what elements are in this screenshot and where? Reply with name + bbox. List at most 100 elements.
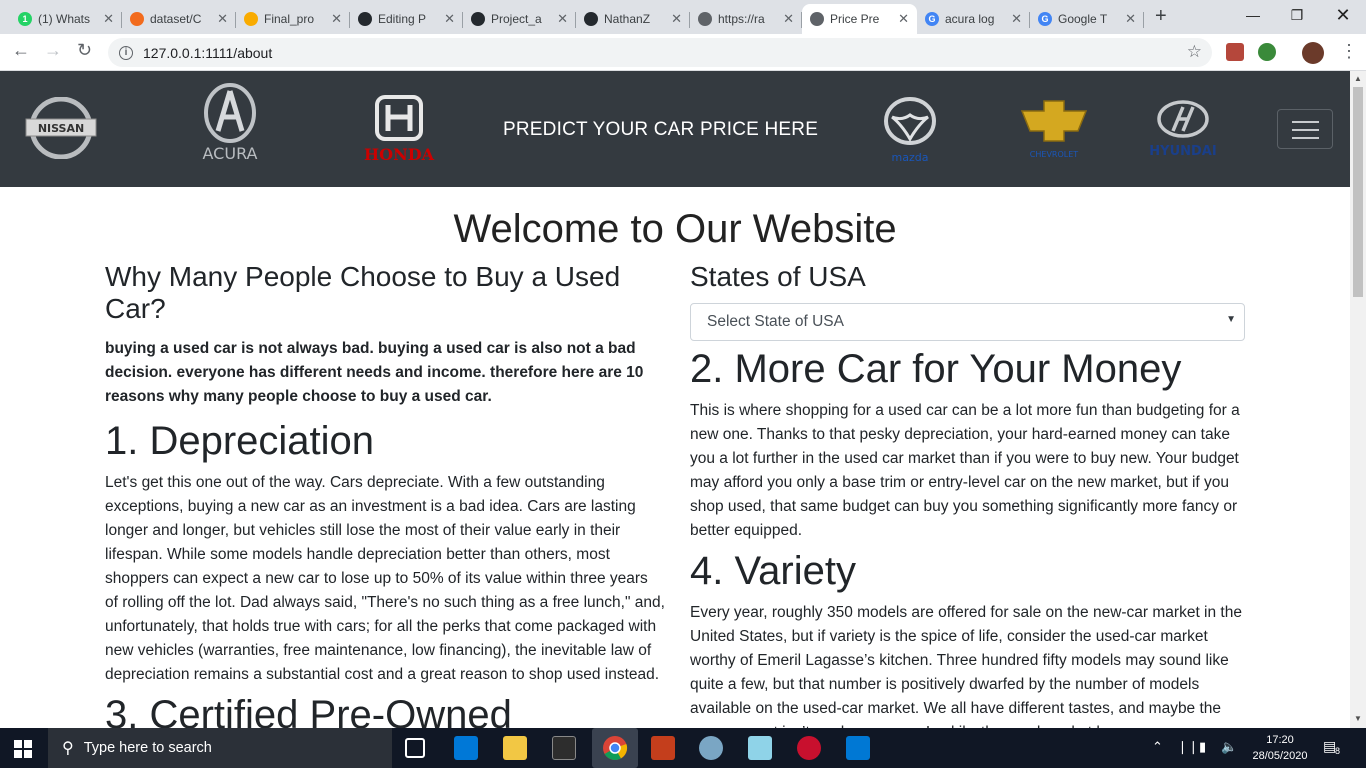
tab-close-icon[interactable]: ✕ <box>331 11 342 27</box>
tab-close-icon[interactable]: ✕ <box>898 11 909 27</box>
system-clock[interactable]: 17:20 28/05/2020 <box>1247 732 1313 764</box>
section-2-title: 2. More Car for Your Money <box>690 347 1182 391</box>
profile-avatar[interactable] <box>1302 42 1324 64</box>
site-navbar: NISSAN ACURA HONDA PREDICT YOUR CAR PRIC… <box>0 71 1350 187</box>
volume-icon[interactable]: 🔈 <box>1221 739 1237 755</box>
task-view-icon[interactable] <box>405 738 425 758</box>
powerpoint-icon[interactable] <box>651 736 675 760</box>
tab-close-icon[interactable]: ✕ <box>783 11 794 27</box>
battery-icon[interactable]: ▮ <box>1199 739 1206 755</box>
notification-center-icon[interactable]: ▤ 8 <box>1323 738 1343 758</box>
nissan-logo-text: NISSAN <box>38 122 84 135</box>
tab-4[interactable]: Editing P ✕ <box>350 4 463 34</box>
terminal-icon[interactable] <box>552 736 576 760</box>
tab-favicon-icon <box>130 12 144 26</box>
windows-start-icon[interactable] <box>14 740 32 758</box>
clock-time: 17:20 <box>1266 734 1294 746</box>
tab-close-icon[interactable]: ✕ <box>1125 11 1136 27</box>
taskbar-search-box[interactable]: ⚲ Type here to search <box>48 728 392 768</box>
tab-8[interactable]: Price Pre ✕ <box>802 4 917 34</box>
vscode-icon[interactable] <box>846 736 870 760</box>
scrollbar-thumb[interactable] <box>1353 87 1363 297</box>
tab-1[interactable]: 1 (1) Whats ✕ <box>10 4 122 34</box>
scroll-down-icon[interactable]: ▼ <box>1354 714 1362 723</box>
tab-title: Final_pro <box>264 12 315 26</box>
left-heading: Why Many People Choose to Buy a Used Car… <box>105 261 621 324</box>
tab-title: acura log <box>945 12 995 26</box>
tab-favicon-icon: G <box>1038 12 1052 26</box>
tab-close-icon[interactable]: ✕ <box>444 11 455 27</box>
maximize-button[interactable]: ❐ <box>1274 0 1320 30</box>
store-icon[interactable] <box>454 736 478 760</box>
reload-button[interactable]: ↻ <box>77 40 92 61</box>
back-button[interactable]: ← <box>12 40 30 61</box>
chevrolet-logo-text: CHEVROLET <box>1030 150 1078 159</box>
tab-favicon-icon <box>358 12 372 26</box>
hyundai-logo[interactable]: HYUNDAI <box>1143 97 1223 161</box>
welcome-heading: Welcome to Our Website <box>453 207 897 251</box>
hyundai-logo-text: HYUNDAI <box>1149 144 1216 159</box>
tab-close-icon[interactable]: ✕ <box>671 11 682 27</box>
tab-6[interactable]: NathanZ ✕ <box>576 4 690 34</box>
nissan-logo[interactable]: NISSAN <box>25 97 97 159</box>
navbar-toggle-button[interactable] <box>1277 109 1333 149</box>
left-column: Why Many People Choose to Buy a Used Car… <box>105 261 665 728</box>
tab-5[interactable]: Project_a ✕ <box>463 4 576 34</box>
honda-logo[interactable]: HONDA <box>355 95 443 165</box>
tab-close-icon[interactable]: ✕ <box>217 11 228 27</box>
tab-2[interactable]: dataset/C ✕ <box>122 4 236 34</box>
mazda-logo[interactable]: mazda <box>880 95 940 165</box>
clock-date: 28/05/2020 <box>1252 750 1308 762</box>
state-select[interactable]: Select State of USA ▼ <box>690 303 1245 341</box>
new-tab-button[interactable]: + <box>1155 5 1167 28</box>
tray-chevron-up-icon[interactable]: ⌃ <box>1152 739 1163 755</box>
address-bar[interactable]: i 127.0.0.1:1111/about ☆ <box>108 38 1212 67</box>
taskbar-search-placeholder: Type here to search <box>83 740 212 756</box>
vertical-scrollbar[interactable]: ▲ ▼ <box>1350 71 1366 728</box>
tab-separator <box>1143 12 1144 28</box>
tab-title: https://ra <box>718 12 765 26</box>
tab-close-icon[interactable]: ✕ <box>103 11 114 27</box>
menu-kebab-icon[interactable]: ⋮ <box>1340 41 1358 62</box>
paint-icon[interactable] <box>699 736 723 760</box>
tab-7[interactable]: https://ra ✕ <box>690 4 802 34</box>
close-window-button[interactable]: ✕ <box>1320 0 1366 30</box>
url-text: 127.0.0.1:1111/about <box>143 44 273 61</box>
file-explorer-icon[interactable] <box>503 736 527 760</box>
bookmark-star-icon[interactable]: ☆ <box>1187 42 1202 62</box>
notes-icon[interactable] <box>748 736 772 760</box>
minimize-button[interactable]: — <box>1230 0 1276 30</box>
section-3-title: 3. Certified Pre-Owned <box>105 693 512 728</box>
section-2-text: This is where shopping for a used car ca… <box>690 402 1240 539</box>
state-select-value: Select State of USA <box>707 313 844 330</box>
network-icon[interactable]: ❘❘ <box>1177 739 1199 755</box>
chrome-taskbar-item[interactable] <box>592 728 638 768</box>
browser-toolbar: ← → ↻ i 127.0.0.1:1111/about ☆ ⋮ <box>0 34 1366 71</box>
acura-logo[interactable]: ACURA <box>190 83 270 163</box>
right-heading: States of USA <box>690 261 866 292</box>
acura-logo-text: ACURA <box>203 144 258 163</box>
forward-button[interactable]: → <box>44 40 62 61</box>
info-icon[interactable]: i <box>119 45 133 60</box>
tab-title: Project_a <box>491 12 542 26</box>
tab-close-icon[interactable]: ✕ <box>1011 11 1022 27</box>
section-1-text: Let's get this one out of the way. Cars … <box>105 474 665 683</box>
tab-favicon-icon <box>244 12 258 26</box>
tab-title: (1) Whats <box>38 12 91 26</box>
media-app-icon[interactable] <box>797 736 821 760</box>
tab-favicon-icon <box>584 12 598 26</box>
pdf-extension-icon[interactable] <box>1226 43 1244 61</box>
tab-title: Editing P <box>378 12 427 26</box>
section-4-title: 4. Variety <box>690 549 856 593</box>
brand-title[interactable]: PREDICT YOUR CAR PRICE HERE <box>503 119 818 141</box>
tab-favicon-icon <box>810 12 824 26</box>
tab-3[interactable]: Final_pro ✕ <box>236 4 350 34</box>
scroll-up-icon[interactable]: ▲ <box>1354 74 1362 83</box>
chevrolet-logo[interactable]: CHEVROLET <box>1018 97 1090 161</box>
chevron-down-icon: ▼ <box>1226 314 1236 325</box>
web-page: NISSAN ACURA HONDA PREDICT YOUR CAR PRIC… <box>0 71 1350 728</box>
tab-9[interactable]: Gacura log ✕ <box>917 4 1030 34</box>
tab-10[interactable]: G Google T ✕ <box>1030 4 1144 34</box>
extension-icon[interactable] <box>1258 43 1276 61</box>
tab-close-icon[interactable]: ✕ <box>557 11 568 27</box>
